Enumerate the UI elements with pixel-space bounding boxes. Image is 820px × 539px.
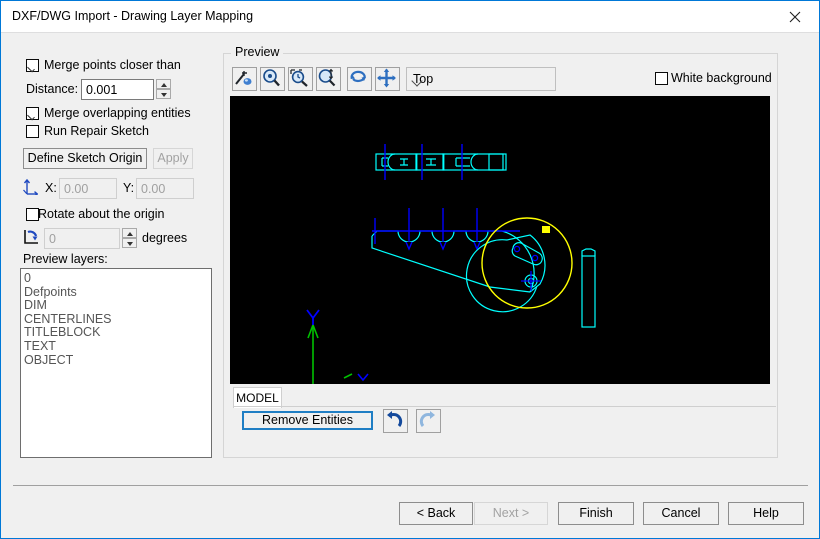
rotate-view-icon [348,70,369,91]
preview-group-label: Preview [231,45,284,59]
distance-label: Distance: [26,82,79,96]
undo-icon [384,411,405,433]
list-item[interactable]: CENTERLINES [24,312,211,327]
selection-highlight [481,217,573,309]
sketch-origin-icon [23,178,39,198]
white-background-label: White background [671,71,772,85]
tab-model[interactable]: MODEL [233,387,282,408]
back-button[interactable]: < Back [399,502,473,525]
degrees-unit-label: degrees [142,231,188,245]
preview-layers-label: Preview layers: [23,252,108,266]
side-pin-view [581,248,596,328]
remove-entities-button[interactable]: Remove Entities [242,411,373,430]
lever-profile [371,230,535,293]
list-item[interactable]: TEXT [24,339,211,354]
selection-marker [542,226,550,233]
select-entities-icon [233,71,254,91]
help-button[interactable]: Help [728,502,804,525]
dialog-window: DXF/DWG Import - Drawing Layer Mapping M… [0,0,820,539]
rotate-about-origin-label: Rotate about the origin [38,207,165,221]
footer-divider [13,485,808,486]
lever-head-holes [513,245,541,291]
zoom-fit-icon [317,68,338,91]
finish-button[interactable]: Finish [558,502,634,525]
title-bar: DXF/DWG Import - Drawing Layer Mapping [1,1,819,33]
list-item[interactable]: OBJECT [24,353,211,368]
zoom-in-icon [261,69,282,91]
distance-stepper[interactable] [156,79,171,99]
degrees-stepper-down[interactable] [122,238,137,248]
merge-points-checkbox[interactable] [26,59,39,72]
x-label: X: [45,181,57,195]
merge-overlapping-label: Merge overlapping entities [44,106,191,120]
white-background-checkbox[interactable] [655,72,668,85]
select-entities-button[interactable] [232,67,257,91]
list-item[interactable]: DIM [24,299,211,313]
rotate-view-button[interactable] [347,67,372,91]
define-sketch-origin-button[interactable]: Define Sketch Origin [23,148,147,169]
pan-icon [376,68,397,91]
apply-button: Apply [153,148,193,169]
distance-input[interactable]: 0.001 [81,79,154,100]
close-button[interactable] [773,1,819,31]
zoom-area-button[interactable] [288,67,313,91]
degrees-input: 0 [44,228,120,249]
merge-overlapping-checkbox[interactable] [26,107,39,120]
page-title: DXF/DWG Import - Drawing Layer Mapping [12,9,254,23]
cad-drawing [306,144,596,384]
run-repair-sketch-label: Run Repair Sketch [44,124,149,138]
zoom-area-icon [289,69,310,91]
zoom-fit-button[interactable] [316,67,341,91]
degrees-stepper-up[interactable] [122,228,137,238]
merge-points-label: Merge points closer than [44,58,181,72]
redo-icon [417,411,438,433]
rotate-origin-icon [23,228,41,249]
pan-button[interactable] [375,67,400,91]
tab-strip [233,406,776,409]
y-field: 0.00 [136,178,194,199]
view-orientation-select[interactable]: Top [406,67,556,91]
distance-stepper-down[interactable] [156,89,171,99]
list-item[interactable]: Defpoints [24,285,211,300]
degrees-stepper[interactable] [122,228,137,248]
origin-axis-indicator [306,309,369,384]
list-item[interactable]: 0 [24,271,211,286]
undo-button[interactable] [383,409,408,433]
top-view-centerlines [384,144,463,180]
preview-layers-list[interactable]: 0 Defpoints DIM CENTERLINES TITLEBLOCK T… [20,268,212,458]
redo-button [416,409,441,433]
zoom-in-button[interactable] [260,67,285,91]
cancel-button[interactable]: Cancel [643,502,719,525]
run-repair-sketch-checkbox[interactable] [26,125,39,138]
list-item[interactable]: TITLEBLOCK [24,326,211,340]
distance-stepper-up[interactable] [156,79,171,89]
next-button: Next > [474,502,548,525]
preview-canvas[interactable] [230,96,770,384]
y-label: Y: [123,181,135,195]
x-field: 0.00 [59,178,117,199]
top-view-bar [375,153,507,171]
